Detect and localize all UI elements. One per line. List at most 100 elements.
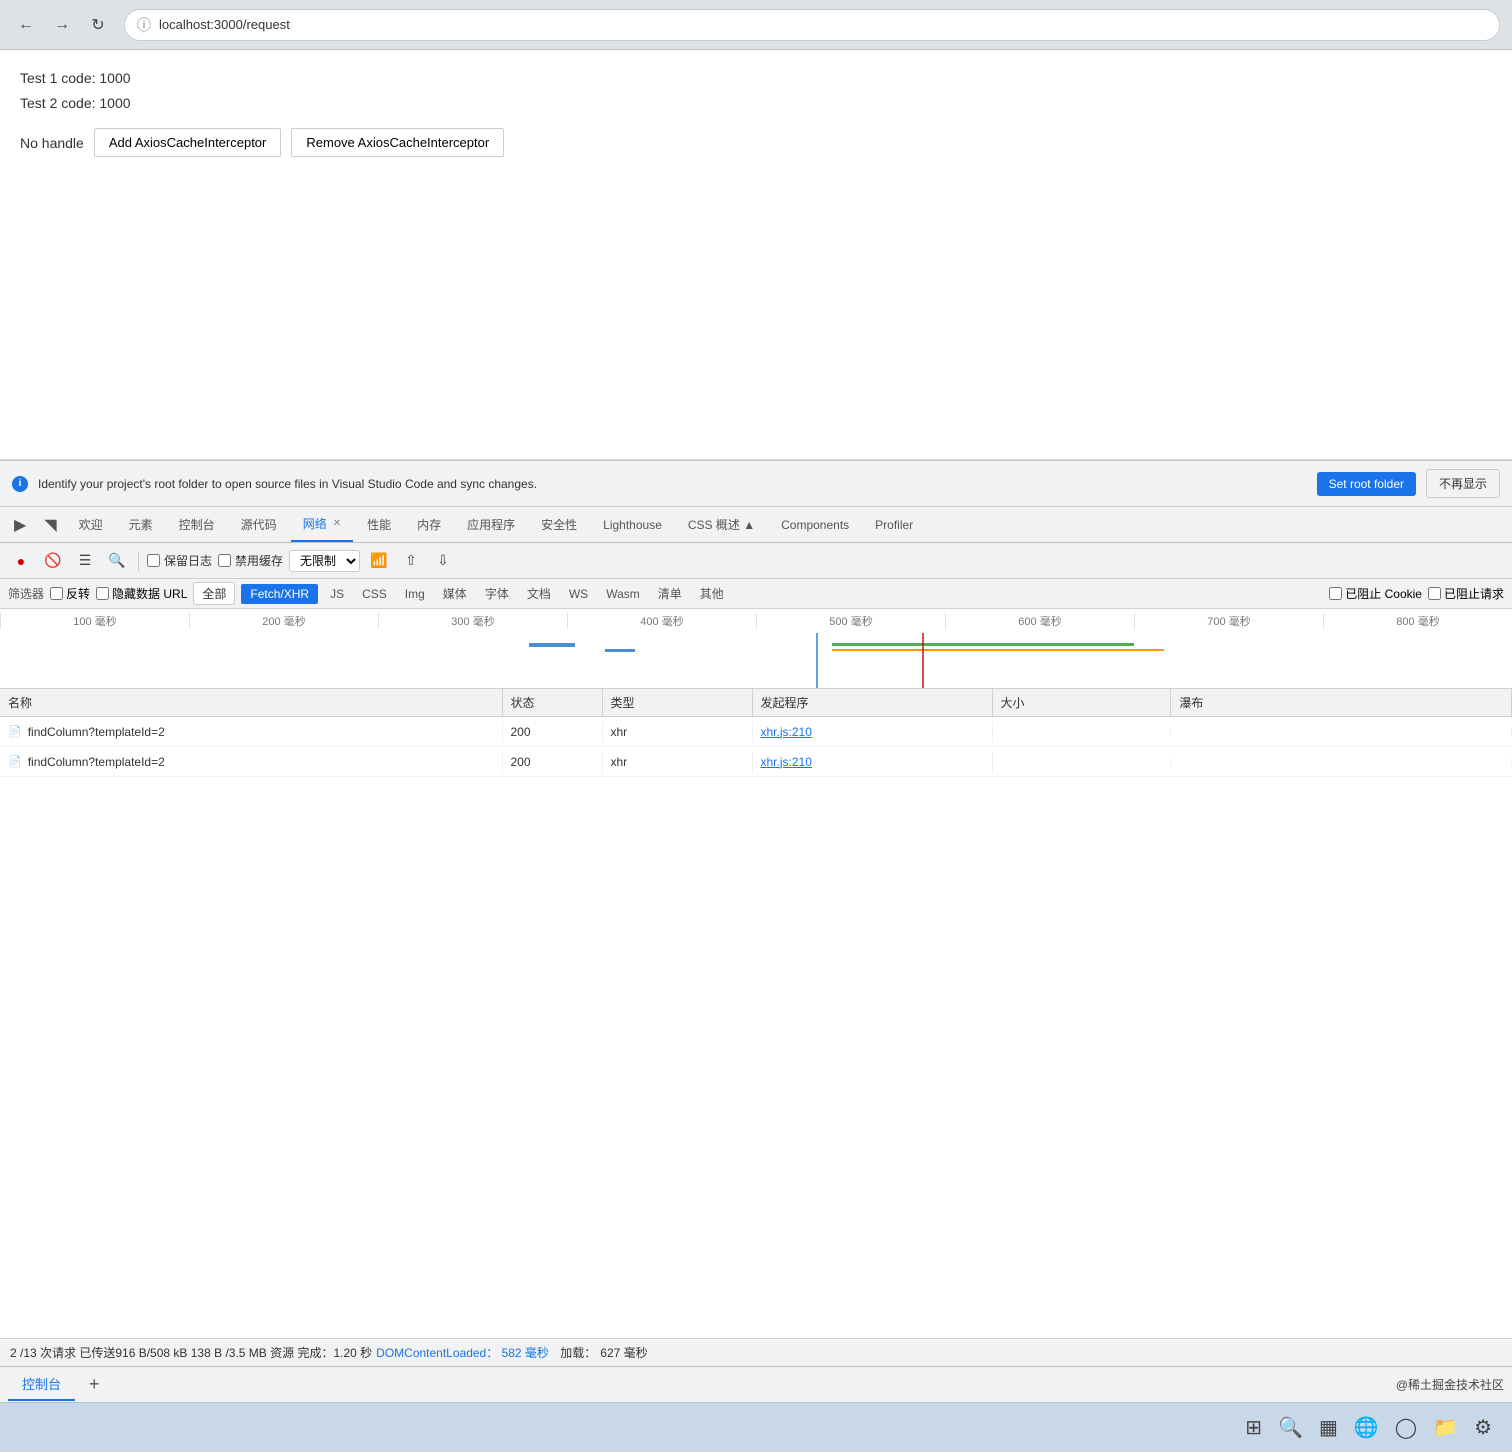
timeline-ruler: 100 毫秒 200 毫秒 300 毫秒 400 毫秒 500 毫秒 600 毫… (0, 609, 1512, 633)
disable-cache-checkbox[interactable]: 禁用缓存 (218, 552, 283, 569)
filter-doc-button[interactable]: 文档 (521, 583, 557, 604)
upload-icon-button[interactable]: ⇧ (398, 548, 424, 574)
tab-network[interactable]: 网络 ✕ (291, 507, 353, 542)
network-table: 名称 状态 类型 发起程序 大小 瀑布 📄 findColumn?templat… (0, 689, 1512, 1338)
separator-1 (138, 551, 139, 571)
download-icon-button[interactable]: ⇩ (430, 548, 456, 574)
info-icon: ⓘ (137, 15, 151, 35)
taskbar: ⊞ 🔍 ▦ 🌐 ◯ 📁 ⚙ (0, 1402, 1512, 1452)
filter-font-button[interactable]: 字体 (479, 583, 515, 604)
taskbar-windows-icon[interactable]: ⊞ (1245, 1415, 1262, 1440)
table-row[interactable]: 📄 findColumn?templateId=2 200 xhr xhr.js… (0, 717, 1512, 747)
filter-manifest-button[interactable]: 清单 (652, 583, 688, 604)
watermark-text: @稀土掘金技术社区 (1396, 1376, 1504, 1393)
th-status: 状态 (503, 689, 603, 716)
wifi-icon-button[interactable]: 📶 (366, 548, 392, 574)
preserve-log-label: 保留日志 (164, 552, 212, 569)
taskbar-taskview-icon[interactable]: ▦ (1319, 1415, 1338, 1440)
row1-name: 📄 findColumn?templateId=2 (0, 721, 503, 743)
taskbar-folder-icon[interactable]: 📁 (1433, 1415, 1458, 1440)
hide-data-urls-label: 隐藏数据 URL (112, 585, 187, 602)
file-icon-2: 📄 (8, 755, 22, 768)
filter-wasm-button[interactable]: Wasm (600, 585, 646, 603)
test1-text: Test 1 code: 1000 (20, 66, 1492, 91)
th-type: 类型 (603, 689, 753, 716)
row2-name: 📄 findColumn?templateId=2 (0, 751, 503, 773)
page-buttons: No handle Add AxiosCacheInterceptor Remo… (20, 128, 1492, 157)
bottom-tab-console[interactable]: 控制台 (8, 1368, 75, 1401)
dismiss-banner-button[interactable]: 不再显示 (1426, 469, 1500, 498)
taskbar-chrome-icon[interactable]: ◯ (1395, 1415, 1417, 1440)
tab-sources[interactable]: 源代码 (229, 507, 289, 542)
tab-profiler[interactable]: Profiler (863, 507, 925, 542)
blocked-requests-label: 已阻止请求 (1444, 585, 1504, 602)
back-button[interactable]: ← (12, 11, 40, 39)
tab-inspect-button[interactable]: ◥ (36, 507, 64, 542)
tab-components[interactable]: Components (769, 507, 861, 542)
taskbar-settings-icon[interactable]: ⚙ (1474, 1415, 1492, 1440)
status-summary: 2 /13 次请求 已传送916 B/508 kB 138 B /3.5 MB … (10, 1344, 372, 1361)
remove-interceptor-button[interactable]: Remove AxiosCacheInterceptor (291, 128, 504, 157)
tab-css-overview[interactable]: CSS 概述 ▲ (676, 507, 767, 542)
url-text: localhost:3000/request (159, 17, 290, 32)
throttle-select[interactable]: 无限制 (289, 550, 360, 572)
tab-security[interactable]: 安全性 (529, 507, 589, 542)
filter-fetch-xhr-button[interactable]: Fetch/XHR (241, 584, 318, 604)
filter-media-button[interactable]: 媒体 (437, 583, 473, 604)
blocked-requests-input[interactable] (1428, 587, 1441, 600)
table-header: 名称 状态 类型 发起程序 大小 瀑布 (0, 689, 1512, 717)
add-interceptor-button[interactable]: Add AxiosCacheInterceptor (94, 128, 282, 157)
filter-js-button[interactable]: JS (324, 585, 350, 603)
preserve-log-input[interactable] (147, 554, 160, 567)
timeline[interactable]: 100 毫秒 200 毫秒 300 毫秒 400 毫秒 500 毫秒 600 毫… (0, 609, 1512, 689)
row2-type: xhr (603, 751, 753, 773)
no-handle-label: No handle (20, 135, 84, 151)
row2-waterfall (1171, 758, 1512, 766)
invert-input[interactable] (50, 587, 63, 600)
row1-waterfall (1171, 728, 1512, 736)
bottom-tab-add[interactable]: + (79, 1370, 110, 1399)
tab-memory[interactable]: 内存 (405, 507, 453, 542)
filter-ws-button[interactable]: WS (563, 585, 594, 603)
hide-data-urls-checkbox[interactable]: 隐藏数据 URL (96, 585, 187, 602)
tab-performance[interactable]: 性能 (355, 507, 403, 542)
table-body: 📄 findColumn?templateId=2 200 xhr xhr.js… (0, 717, 1512, 1338)
filter-button[interactable]: ☰ (72, 548, 98, 574)
blocked-cookies-input[interactable] (1329, 587, 1342, 600)
tab-console[interactable]: 控制台 (167, 507, 227, 542)
record-button[interactable]: ● (8, 548, 34, 574)
tab-lighthouse[interactable]: Lighthouse (591, 507, 674, 542)
set-root-folder-button[interactable]: Set root folder (1317, 472, 1416, 496)
tab-welcome[interactable]: 欢迎 (67, 507, 115, 542)
address-bar[interactable]: ⓘ localhost:3000/request (124, 9, 1500, 41)
row1-initiator[interactable]: xhr.js:210 (753, 721, 993, 743)
forward-button[interactable]: → (48, 11, 76, 39)
th-size: 大小 (993, 689, 1172, 716)
search-button[interactable]: 🔍 (104, 548, 130, 574)
table-row[interactable]: 📄 findColumn?templateId=2 200 xhr xhr.js… (0, 747, 1512, 777)
filter-row: 筛选器 反转 隐藏数据 URL 全部 Fetch/XHR JS CSS Img … (0, 579, 1512, 609)
hide-data-urls-input[interactable] (96, 587, 109, 600)
invert-checkbox[interactable]: 反转 (50, 585, 90, 602)
filter-img-button[interactable]: Img (399, 585, 431, 603)
preserve-log-checkbox[interactable]: 保留日志 (147, 552, 212, 569)
filter-css-button[interactable]: CSS (356, 585, 393, 603)
domcontentloaded-link[interactable]: DOMContentLoaded： 582 毫秒 (376, 1344, 549, 1361)
tab-application[interactable]: 应用程序 (455, 507, 527, 542)
clear-button[interactable]: 🚫 (40, 548, 66, 574)
blocked-requests-checkbox[interactable]: 已阻止请求 (1428, 585, 1504, 602)
page-content: Test 1 code: 1000 Test 2 code: 1000 No h… (0, 50, 1512, 460)
disable-cache-input[interactable] (218, 554, 231, 567)
row2-initiator[interactable]: xhr.js:210 (753, 751, 993, 773)
tab-network-close[interactable]: ✕ (333, 518, 341, 529)
refresh-button[interactable]: ↻ (84, 11, 112, 39)
filter-all-button[interactable]: 全部 (193, 582, 235, 605)
tab-elements[interactable]: 元素 (117, 507, 165, 542)
taskbar-search-icon[interactable]: 🔍 (1278, 1415, 1303, 1440)
blocked-cookies-checkbox[interactable]: 已阻止 Cookie (1329, 585, 1422, 602)
taskbar-edge-icon[interactable]: 🌐 (1354, 1415, 1379, 1440)
filter-other-button[interactable]: 其他 (694, 583, 730, 604)
mark-500: 500 毫秒 (756, 613, 945, 629)
banner-text: Identify your project's root folder to o… (38, 477, 1307, 491)
tab-cursor-icon-button[interactable]: ▶ (6, 507, 34, 542)
